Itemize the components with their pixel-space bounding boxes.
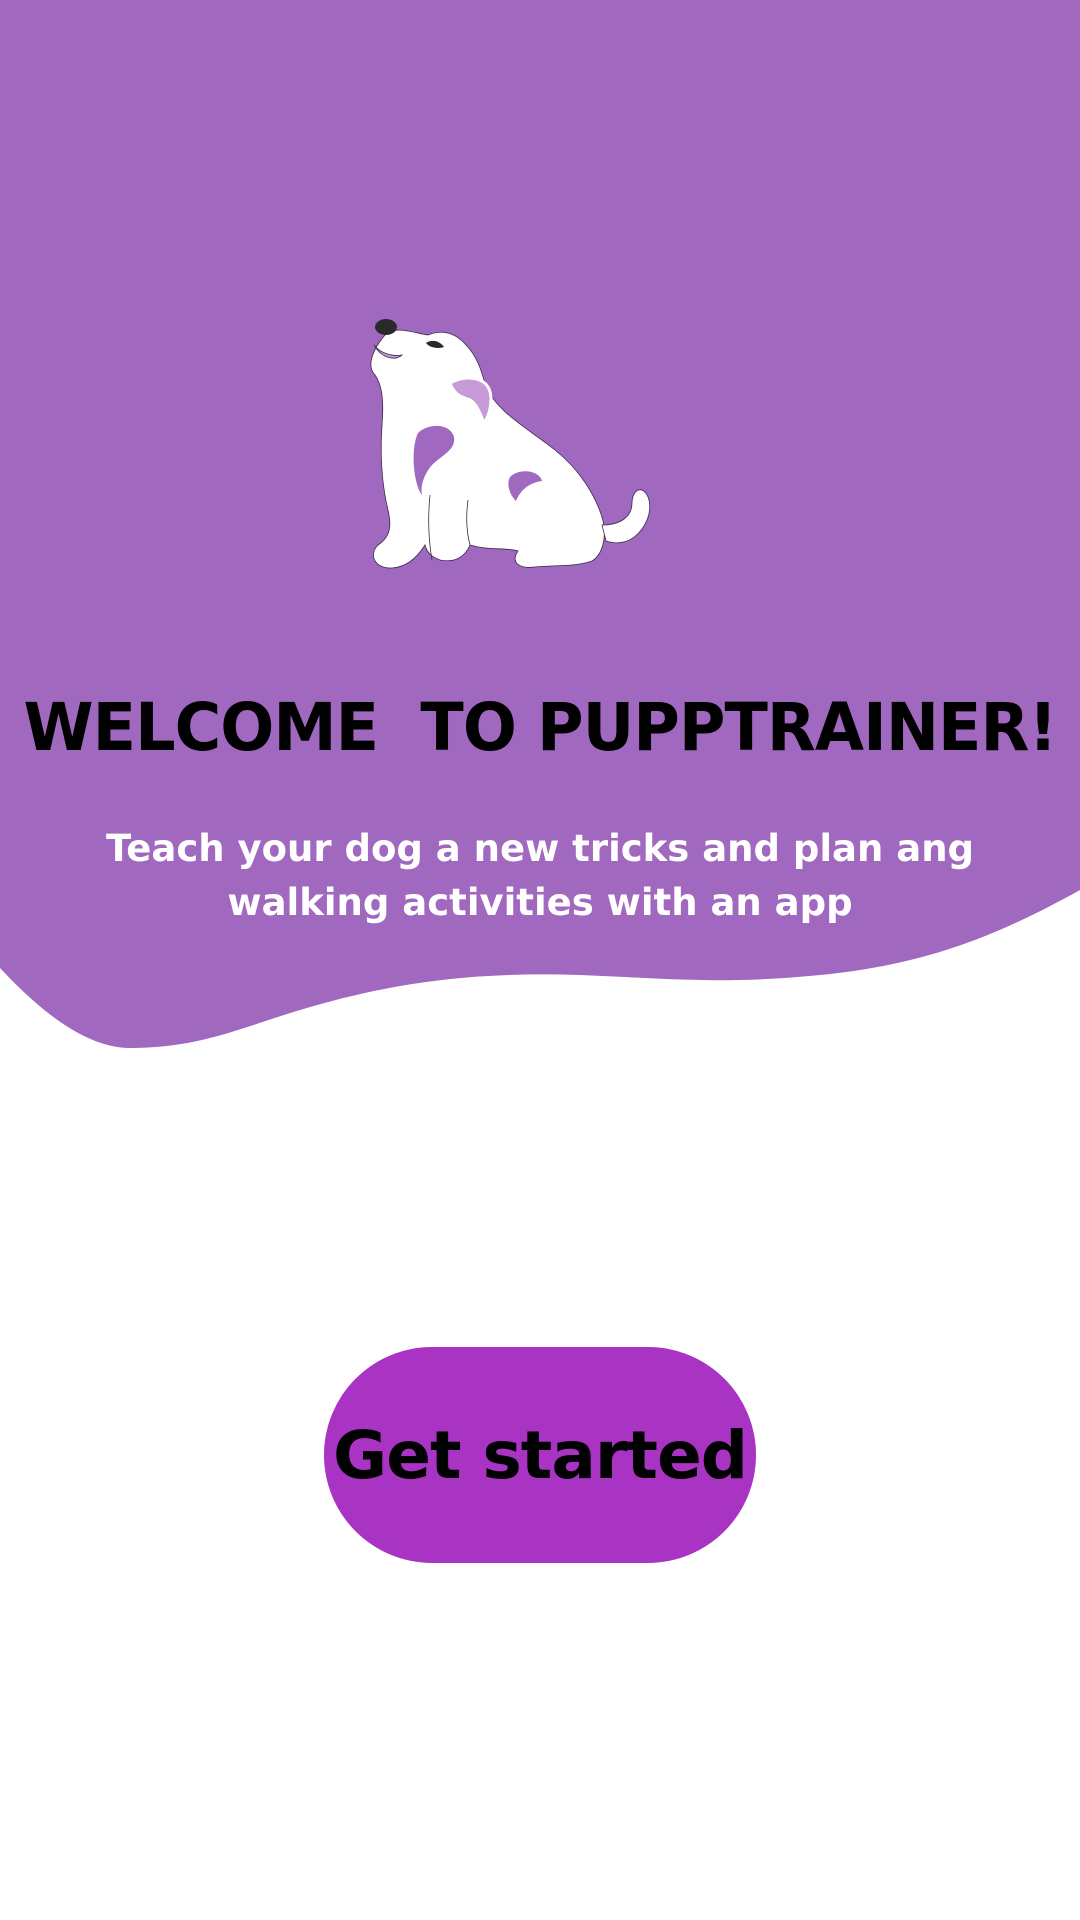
sitting-dog-icon	[370, 319, 651, 569]
welcome-subtitle: Teach your dog a new tricks and plan ang…	[105, 827, 975, 924]
welcome-title: WELCOME TO PUPPTRAINER!	[23, 689, 1057, 766]
get-started-button[interactable]: Get started	[324, 1347, 756, 1563]
